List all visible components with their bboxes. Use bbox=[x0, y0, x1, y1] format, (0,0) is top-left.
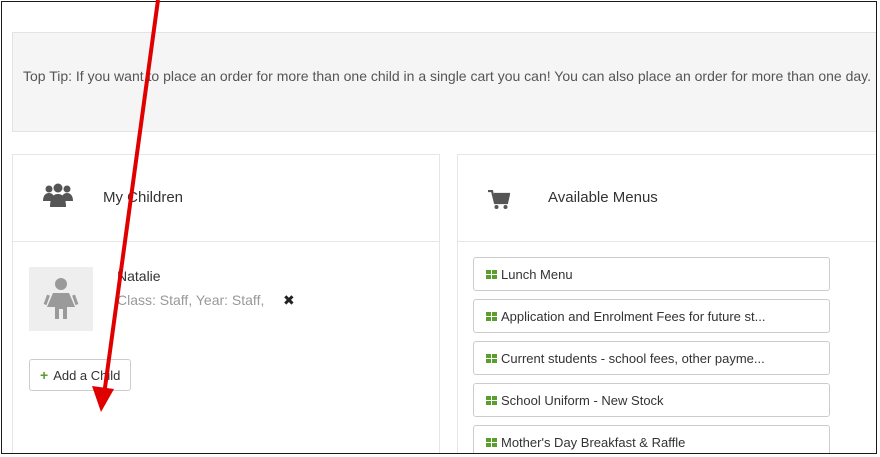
available-menus-header: Available Menus bbox=[458, 155, 876, 242]
grid-icon bbox=[486, 311, 497, 321]
menu-item-label: Lunch Menu bbox=[501, 266, 573, 282]
available-menus-panel: Available Menus Lunch Menu Application a… bbox=[457, 154, 876, 453]
menu-item-label: School Uniform - New Stock bbox=[501, 392, 664, 408]
my-children-header: My Children bbox=[13, 155, 439, 242]
available-menus-title: Available Menus bbox=[548, 189, 658, 206]
grid-icon bbox=[486, 353, 497, 363]
menu-item-school-uniform[interactable]: School Uniform - New Stock bbox=[473, 383, 830, 417]
add-child-label: Add a Child bbox=[53, 367, 121, 383]
child-avatar bbox=[29, 267, 93, 331]
top-tip-text: Top Tip: If you want to place an order f… bbox=[23, 68, 872, 84]
menu-item-label: Current students - school fees, other pa… bbox=[501, 350, 765, 366]
my-children-panel: My Children Natalie Class: Staff, Year: … bbox=[12, 154, 440, 453]
menu-list: Lunch Menu Application and Enrolment Fee… bbox=[473, 257, 830, 453]
add-child-button[interactable]: + Add a Child bbox=[29, 359, 132, 391]
top-tip-banner: Top Tip: If you want to place an order f… bbox=[12, 32, 876, 132]
menu-item-application-fees[interactable]: Application and Enrolment Fees for futur… bbox=[473, 299, 830, 333]
page-frame: Top Tip: If you want to place an order f… bbox=[1, 1, 877, 454]
remove-child-icon[interactable]: ✖ bbox=[283, 292, 295, 309]
menu-item-mothers-day[interactable]: Mother's Day Breakfast & Raffle bbox=[473, 425, 830, 453]
grid-icon bbox=[486, 395, 497, 405]
menu-item-label: Application and Enrolment Fees for futur… bbox=[501, 308, 766, 324]
my-children-title: My Children bbox=[103, 189, 184, 206]
child-female-icon bbox=[43, 278, 79, 319]
menu-item-current-students[interactable]: Current students - school fees, other pa… bbox=[473, 341, 830, 375]
child-name[interactable]: Natalie bbox=[117, 268, 161, 284]
menu-item-label: Mother's Day Breakfast & Raffle bbox=[501, 434, 686, 450]
child-class-year: Class: Staff, Year: Staff, bbox=[117, 292, 265, 308]
cart-icon bbox=[488, 190, 510, 209]
plus-icon: + bbox=[40, 367, 49, 383]
grid-icon bbox=[486, 437, 497, 447]
menu-item-lunch[interactable]: Lunch Menu bbox=[473, 257, 830, 291]
grid-icon bbox=[486, 269, 497, 279]
users-icon bbox=[43, 183, 73, 207]
